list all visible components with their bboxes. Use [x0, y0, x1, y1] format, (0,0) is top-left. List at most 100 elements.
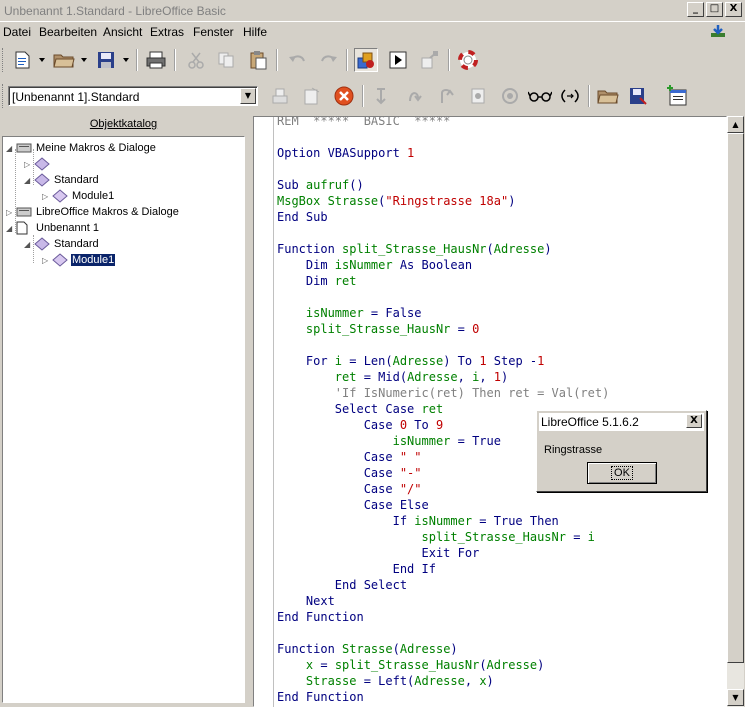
code-line[interactable]: End If: [277, 561, 727, 577]
insert-dialog-icon[interactable]: [666, 84, 690, 108]
tree-item-module1[interactable]: ▷ Module1: [42, 188, 115, 204]
watch-glasses-icon[interactable]: [528, 84, 552, 108]
code-line[interactable]: [277, 289, 727, 305]
maximize-button[interactable]: □: [706, 2, 723, 17]
expanded-arrow-icon[interactable]: ◢: [6, 224, 16, 233]
tree-item-unbenannt[interactable]: ◢ Unbenannt 1: [6, 220, 100, 236]
object-catalog-icon[interactable]: [354, 48, 378, 72]
tree-item-module1-selected[interactable]: ▷ Module1: [42, 252, 117, 268]
import-basic-icon[interactable]: [596, 84, 620, 108]
update-download-icon[interactable]: [709, 24, 727, 38]
menu-ansicht[interactable]: Ansicht: [103, 25, 142, 39]
collapsed-arrow-icon[interactable]: ▷: [42, 256, 52, 265]
menu-extras[interactable]: Extras: [150, 25, 184, 39]
code-line[interactable]: isNummer = False: [277, 305, 727, 321]
select-macro-icon[interactable]: [386, 48, 410, 72]
tree-item-standard[interactable]: ◢ Standard: [24, 236, 100, 252]
chevron-down-icon[interactable]: [80, 48, 88, 72]
scroll-thumb[interactable]: [727, 133, 744, 663]
tree-item-libreoffice-makros[interactable]: ▷ LibreOffice Makros & Dialoge: [6, 204, 180, 220]
toolbar-handle[interactable]: [2, 48, 5, 72]
scroll-down-icon[interactable]: ▼: [727, 689, 744, 706]
export-basic-icon[interactable]: [626, 84, 650, 108]
code-line[interactable]: MsgBox Strasse("Ringstrasse 18a"): [277, 193, 727, 209]
code-line[interactable]: 'If IsNumeric(ret) Then ret = Val(ret): [277, 385, 727, 401]
code-line[interactable]: ret = Mid(Adresse, i, 1): [277, 369, 727, 385]
select-module-icon[interactable]: [418, 48, 442, 72]
code-line[interactable]: Sub aufruf(): [277, 177, 727, 193]
tree-item-standard[interactable]: ◢ Standard: [24, 172, 100, 188]
code-line[interactable]: Dim isNummer As Boolean: [277, 257, 727, 273]
menu-hilfe[interactable]: Hilfe: [243, 25, 267, 39]
help-lifebuoy-icon[interactable]: [456, 48, 480, 72]
msgbox-close-button[interactable]: X: [686, 414, 702, 428]
code-line[interactable]: [277, 625, 727, 641]
code-line[interactable]: [277, 129, 727, 145]
code-line[interactable]: Exit For: [277, 545, 727, 561]
code-line[interactable]: REM ***** BASIC *****: [277, 113, 727, 129]
code-line[interactable]: Strasse = Left(Adresse, x): [277, 673, 727, 689]
code-line[interactable]: split_Strasse_HausNr = 0: [277, 321, 727, 337]
menu-datei[interactable]: Datei: [3, 25, 31, 39]
compile-icon[interactable]: [268, 84, 292, 108]
code-line[interactable]: x = split_Strasse_HausNr(Adresse): [277, 657, 727, 673]
find-parentheses-icon[interactable]: [558, 84, 582, 108]
scroll-up-icon[interactable]: ▲: [727, 116, 744, 133]
vertical-scrollbar[interactable]: ▲ ▼: [727, 116, 744, 707]
redo-icon[interactable]: [316, 48, 340, 72]
breakpoint-icon[interactable]: [466, 84, 490, 108]
code-line[interactable]: Dim ret: [277, 273, 727, 289]
code-line[interactable]: Option VBASupport 1: [277, 145, 727, 161]
open-folder-icon[interactable]: [52, 48, 76, 72]
tree-item-meine-makros[interactable]: ◢ Meine Makros & Dialoge: [6, 140, 157, 156]
stop-icon[interactable]: [332, 84, 356, 108]
code-line[interactable]: split_Strasse_HausNr = i: [277, 529, 727, 545]
code-line[interactable]: [277, 337, 727, 353]
code-line[interactable]: End Function: [277, 609, 727, 625]
object-catalog-tree[interactable]: ◢ Meine Makros & Dialoge ▷ ◢ Standard ▷ …: [2, 136, 245, 703]
paste-icon[interactable]: [246, 48, 270, 72]
expanded-arrow-icon[interactable]: ◢: [24, 176, 34, 185]
step-over-icon[interactable]: [402, 84, 426, 108]
code-line[interactable]: For i = Len(Adresse) To 1 Step -1: [277, 353, 727, 369]
code-line[interactable]: Next: [277, 593, 727, 609]
expanded-arrow-icon[interactable]: ◢: [24, 240, 34, 249]
chevron-down-icon[interactable]: ▼: [240, 88, 256, 104]
undo-icon[interactable]: [286, 48, 310, 72]
code-line[interactable]: End Function: [277, 689, 727, 705]
chevron-down-icon[interactable]: [38, 48, 46, 72]
step-into-icon[interactable]: [370, 84, 394, 108]
code-line[interactable]: Case Else: [277, 497, 727, 513]
cut-icon[interactable]: [184, 48, 208, 72]
new-document-icon[interactable]: [10, 48, 34, 72]
code-line[interactable]: If isNummer = True Then: [277, 513, 727, 529]
breakpoint-gutter[interactable]: [254, 117, 274, 707]
code-line[interactable]: Function Strasse(Adresse): [277, 641, 727, 657]
code-line[interactable]: Function split_Strasse_HausNr(Adresse): [277, 241, 727, 257]
step-out-icon[interactable]: [434, 84, 458, 108]
run-icon[interactable]: [300, 84, 324, 108]
chevron-down-icon[interactable]: [122, 48, 130, 72]
manage-breakpoints-icon[interactable]: [498, 84, 522, 108]
ok-button[interactable]: OK: [587, 462, 657, 484]
code-line[interactable]: End Sub: [277, 209, 727, 225]
code-line[interactable]: End Select: [277, 577, 727, 593]
code-line[interactable]: [277, 225, 727, 241]
expanded-arrow-icon[interactable]: ◢: [6, 144, 16, 153]
minimize-button[interactable]: _: [687, 2, 704, 17]
close-button[interactable]: X: [725, 2, 742, 17]
library-select[interactable]: [Unbenannt 1].Standard ▼: [8, 86, 258, 106]
pane-splitter[interactable]: [246, 116, 252, 707]
tree-item-library[interactable]: ▷: [24, 156, 55, 172]
menu-bearbeiten[interactable]: Bearbeiten: [39, 25, 97, 39]
collapsed-arrow-icon[interactable]: ▷: [6, 208, 16, 217]
print-icon[interactable]: [144, 48, 168, 72]
collapsed-arrow-icon[interactable]: ▷: [24, 160, 34, 169]
collapsed-arrow-icon[interactable]: ▷: [42, 192, 52, 201]
toolbar-handle[interactable]: [2, 84, 5, 108]
copy-icon[interactable]: [214, 48, 238, 72]
code-token: Step -: [486, 354, 538, 368]
code-line[interactable]: [277, 161, 727, 177]
menu-fenster[interactable]: Fenster: [193, 25, 234, 39]
save-icon[interactable]: [94, 48, 118, 72]
